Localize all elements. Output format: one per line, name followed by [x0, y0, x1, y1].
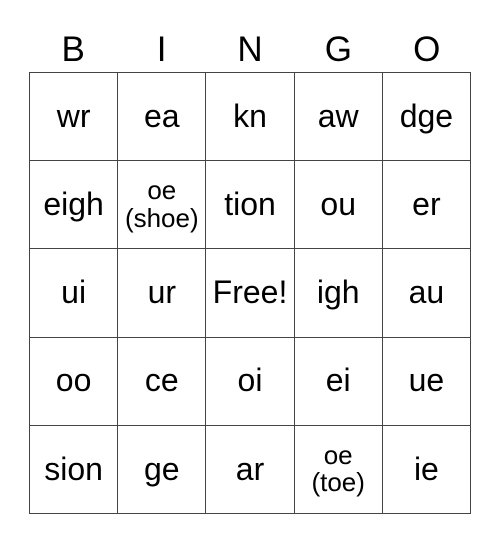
bingo-cell[interactable]: ur	[118, 249, 207, 338]
bingo-cell[interactable]: ge	[118, 425, 207, 514]
bingo-cell[interactable]: dge	[382, 73, 471, 162]
bingo-cell[interactable]: ie	[382, 425, 471, 514]
header-letter-o: O	[413, 30, 441, 69]
bingo-cell[interactable]: ea	[118, 73, 207, 162]
bingo-cell[interactable]: oe (shoe)	[118, 161, 207, 250]
bingo-cell[interactable]: ue	[382, 337, 471, 426]
bingo-cell[interactable]: ar	[206, 425, 295, 514]
bingo-cell[interactable]: ou	[294, 161, 383, 250]
header-letter-g: G	[324, 30, 352, 69]
bingo-cell[interactable]: kn	[206, 73, 295, 162]
free-space-cell[interactable]: Free!	[206, 249, 295, 338]
bingo-cell[interactable]: er	[382, 161, 471, 250]
bingo-cell[interactable]: eigh	[30, 161, 119, 250]
bingo-cell[interactable]: ui	[30, 249, 119, 338]
bingo-grid: wr ea kn aw dge eigh oe (shoe) tion ou er ui ur Free…	[29, 72, 471, 514]
bingo-cell[interactable]: sion	[30, 425, 119, 514]
header-letter-n: N	[237, 30, 263, 69]
bingo-header: BINGO	[29, 30, 471, 70]
bingo-cell[interactable]: ce	[118, 337, 207, 426]
bingo-cell[interactable]: tion	[206, 161, 295, 250]
bingo-cell[interactable]: au	[382, 249, 471, 338]
bingo-cell[interactable]: igh	[294, 249, 383, 338]
bingo-cell[interactable]: oi	[206, 337, 295, 426]
bingo-cell[interactable]: ei	[294, 337, 383, 426]
bingo-cell[interactable]: aw	[294, 73, 383, 162]
header-letter-i: I	[156, 30, 167, 69]
bingo-cell[interactable]: oo	[30, 337, 119, 426]
header-letter-b: B	[61, 30, 85, 69]
bingo-cell[interactable]: wr	[30, 73, 119, 162]
bingo-cell[interactable]: oe (toe)	[294, 425, 383, 514]
